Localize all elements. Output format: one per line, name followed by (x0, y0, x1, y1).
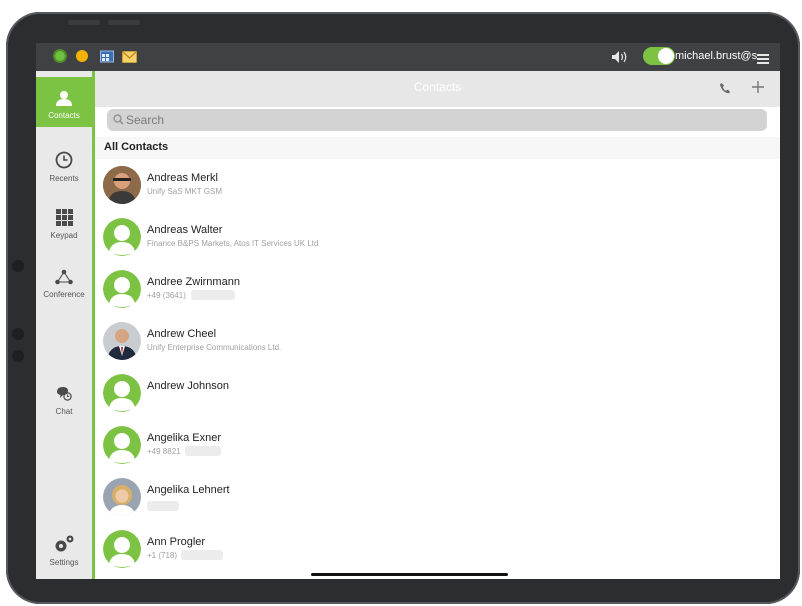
presence-toggle[interactable] (643, 47, 675, 65)
camera-dot (12, 260, 24, 272)
contact-subtitle: +1 (718) (147, 551, 178, 560)
contact-row[interactable]: Angelika Exner +49 8821 (95, 419, 780, 472)
contact-subtitle: Unify SaS MKT GSM (147, 187, 222, 196)
contact-name: Andrew Cheel (147, 328, 217, 340)
section-title: All Contacts (104, 141, 169, 153)
speaker-icon[interactable] (611, 50, 629, 69)
conference-icon (36, 269, 92, 287)
app-screen: michael.brust@s Contacts Recents Keypad … (36, 43, 780, 579)
camera-dot (12, 350, 24, 362)
contact-name: Andrew Johnson (147, 380, 229, 392)
calendar-icon[interactable] (100, 50, 114, 68)
phone-icon[interactable] (719, 81, 731, 99)
gear-icon (36, 535, 92, 555)
redacted-number (147, 501, 179, 511)
yellow-status-icon[interactable] (76, 50, 88, 62)
avatar (103, 530, 141, 568)
add-contact-button[interactable] (751, 80, 765, 99)
avatar (103, 270, 141, 308)
status-bar: michael.brust@s (36, 43, 780, 71)
contact-row[interactable]: Andreas Walter Finance B&PS Markets, Ato… (95, 211, 780, 264)
contact-name: Andreas Merkl (147, 172, 218, 184)
sidebar-item-chat[interactable]: Chat (36, 385, 92, 416)
mail-icon[interactable] (122, 49, 137, 68)
avatar (103, 166, 141, 204)
sidebar-item-recents[interactable]: Recents (36, 151, 92, 183)
contact-subtitle: Finance B&PS Markets, Atos IT Services U… (147, 239, 319, 248)
avatar (103, 426, 141, 464)
contacts-header: Contacts (95, 71, 780, 107)
contact-row[interactable]: Andreas Merkl Unify SaS MKT GSM (95, 159, 780, 212)
sidebar-item-keypad[interactable]: Keypad (36, 209, 92, 240)
contact-subtitle: Unify Enterprise Communications Ltd. (147, 343, 282, 352)
home-indicator[interactable] (311, 573, 508, 576)
contact-name: Andree Zwirnmann (147, 276, 240, 288)
person-icon (36, 77, 92, 108)
contact-row[interactable]: Ann Progler +1 (718) (95, 523, 780, 575)
avatar-placeholder-icon (103, 218, 141, 256)
plus-icon (752, 81, 764, 93)
contact-row[interactable]: Angelika Lehnert (95, 471, 780, 524)
sidebar-item-label: Chat (55, 407, 73, 416)
toggle-knob (658, 48, 674, 64)
hardware-button (108, 20, 140, 25)
avatar (103, 218, 141, 256)
sidebar-item-contacts[interactable]: Contacts (36, 77, 92, 127)
search-placeholder: Search (126, 113, 165, 127)
clock-icon (36, 151, 92, 171)
sidebar-item-label: Conference (43, 290, 85, 299)
green-status-icon[interactable] (53, 49, 67, 63)
redacted-number (185, 446, 221, 456)
sidebar-item-settings[interactable]: Settings (36, 535, 92, 567)
contact-name: Angelika Lehnert (147, 484, 230, 496)
sidebar-item-label: Contacts (48, 111, 80, 120)
hardware-button (68, 20, 100, 25)
avatar (103, 322, 141, 360)
contact-name: Angelika Exner (147, 432, 221, 444)
redacted-number (191, 290, 235, 300)
sidebar-item-label: Recents (49, 174, 79, 183)
avatar (103, 374, 141, 412)
contact-row[interactable]: Andrew Cheel Unify Enterprise Communicat… (95, 315, 780, 368)
sidebar: Contacts Recents Keypad Conference Chat … (36, 71, 95, 579)
keypad-icon (36, 209, 92, 228)
search-input[interactable]: Search (107, 109, 767, 131)
contact-subtitle: +49 (3641) (147, 291, 186, 300)
menu-icon[interactable] (757, 51, 769, 69)
username-label[interactable]: michael.brust@s (675, 50, 757, 62)
camera-dot (12, 328, 24, 340)
sidebar-item-label: Keypad (50, 231, 78, 240)
chat-icon (36, 385, 92, 404)
contact-subtitle: +49 8821 (147, 447, 181, 456)
page-title: Contacts (413, 80, 462, 94)
section-header: All Contacts (95, 137, 780, 160)
contact-row[interactable]: Andree Zwirnmann +49 (3641) (95, 263, 780, 316)
avatar (103, 478, 141, 516)
avatar-placeholder-icon (103, 530, 141, 568)
sidebar-item-label: Settings (49, 558, 79, 567)
sidebar-item-conference[interactable]: Conference (36, 269, 92, 299)
redacted-number (181, 550, 223, 560)
contact-row[interactable]: Andrew Johnson (95, 367, 780, 420)
avatar-placeholder-icon (103, 270, 141, 308)
search-icon (113, 114, 124, 128)
contact-name: Ann Progler (147, 536, 206, 548)
avatar-placeholder-icon (103, 374, 141, 412)
contact-name: Andreas Walter (147, 224, 223, 236)
avatar-placeholder-icon (103, 426, 141, 464)
contacts-panel: Contacts Search All Contacts Andreas Mer… (95, 71, 780, 579)
